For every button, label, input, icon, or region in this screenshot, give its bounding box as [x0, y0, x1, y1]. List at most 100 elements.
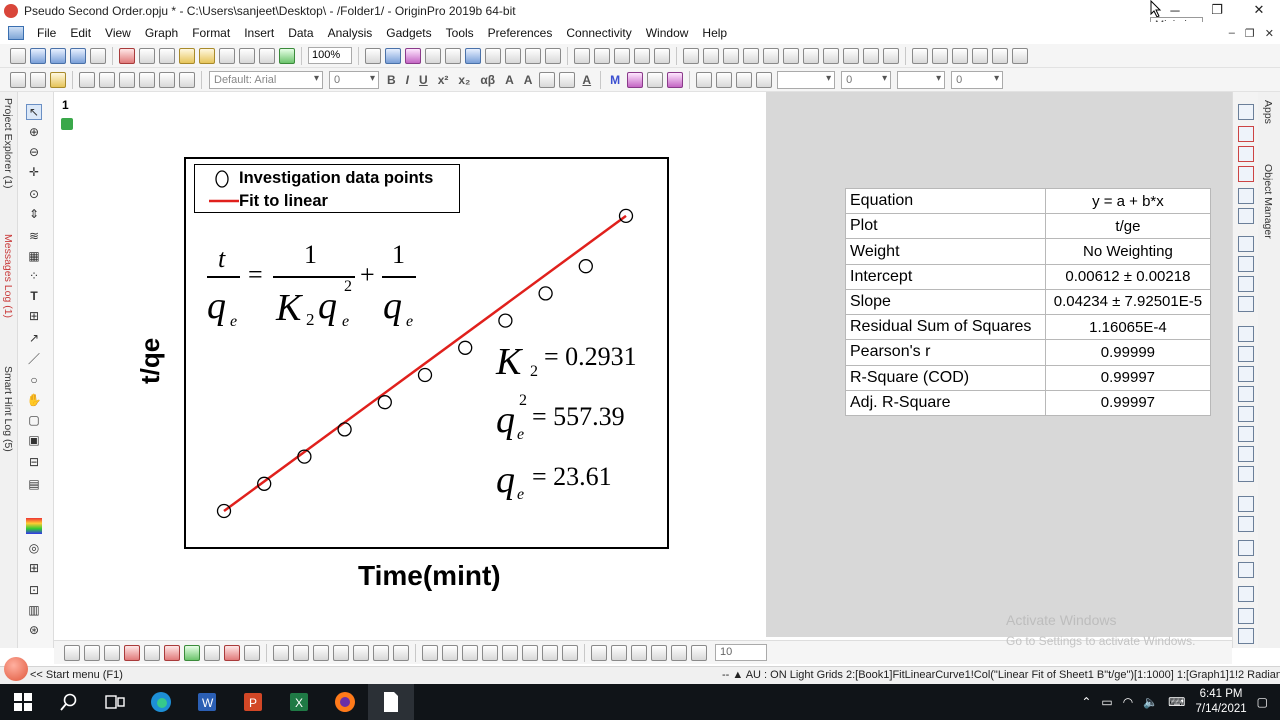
new-layout-icon[interactable]: [119, 47, 135, 64]
text-tool-icon[interactable]: T: [26, 288, 42, 304]
object-properties-icon[interactable]: [1238, 628, 1254, 644]
battery-icon[interactable]: ▭: [1101, 695, 1112, 709]
edge-button[interactable]: [138, 684, 184, 720]
distribute-v-icon[interactable]: [1238, 608, 1254, 624]
line-plot-icon[interactable]: [64, 644, 80, 661]
fit-table-row[interactable]: Slope 0.04234 ± 7.92501E-5: [845, 288, 1212, 316]
tilt-up-icon[interactable]: [462, 644, 478, 661]
command-window-icon[interactable]: [465, 47, 481, 64]
subscript-icon[interactable]: x₂: [458, 73, 470, 87]
oval-tool-icon[interactable]: ○: [26, 372, 42, 388]
set-as-error-icon[interactable]: [863, 47, 879, 64]
menu-help[interactable]: Help: [695, 26, 734, 40]
menu-file[interactable]: File: [30, 26, 63, 40]
new-function-icon[interactable]: [90, 47, 106, 64]
distribute-h-icon[interactable]: [1238, 586, 1254, 602]
new-legend-icon[interactable]: [1238, 236, 1254, 252]
new-color-scale-icon[interactable]: [1238, 256, 1254, 272]
pattern-combo[interactable]: [897, 70, 946, 89]
new-graph-icon[interactable]: [70, 47, 86, 64]
workbook-menu-icon[interactable]: [8, 26, 24, 40]
bring-front-icon[interactable]: [1238, 446, 1254, 462]
toggle-projection-icon[interactable]: [691, 644, 707, 661]
zoom-3d-icon[interactable]: [651, 644, 667, 661]
3d-wireframe-icon[interactable]: [333, 644, 349, 661]
contour-plot-icon[interactable]: [204, 644, 220, 661]
excel-button[interactable]: X: [276, 684, 322, 720]
data-reader-icon[interactable]: [505, 47, 521, 64]
layer-lock-icon[interactable]: [61, 118, 73, 130]
layer-right-icon[interactable]: [1238, 406, 1254, 422]
layer-top-icon[interactable]: [1238, 346, 1254, 362]
menu-connectivity[interactable]: Connectivity: [559, 26, 638, 40]
print-icon[interactable]: [365, 47, 381, 64]
duplicate-icon[interactable]: [405, 47, 421, 64]
markup-icon[interactable]: M: [610, 73, 620, 87]
ungroup-objects-icon[interactable]: [1238, 516, 1254, 532]
data-point[interactable]: [417, 367, 433, 383]
menu-preferences[interactable]: Preferences: [481, 26, 560, 40]
gadget-icon[interactable]: [545, 47, 561, 64]
rescale-y-icon[interactable]: [1238, 166, 1254, 182]
menu-insert[interactable]: Insert: [237, 26, 281, 40]
add-layer-icon[interactable]: [99, 71, 115, 88]
3d-plot-icon[interactable]: [244, 644, 260, 661]
pattern-icon[interactable]: [716, 71, 733, 88]
screen-reader-tool-icon[interactable]: ✛: [26, 164, 42, 180]
mdi-close-icon[interactable]: ✕: [1265, 27, 1274, 40]
fit-table-row[interactable]: Equation y = a + b*x: [845, 187, 1212, 215]
layout-tool-icon[interactable]: ⊟: [26, 454, 42, 470]
data-point[interactable]: [458, 340, 473, 355]
greek-icon[interactable]: αβ: [480, 73, 495, 87]
tab-messages-log[interactable]: Messages Log (1): [2, 234, 14, 318]
font-name-combo[interactable]: Default: Arial: [209, 70, 323, 89]
menu-data[interactable]: Data: [281, 26, 320, 40]
new-matrix-icon[interactable]: [50, 47, 66, 64]
fit-table-row[interactable]: Plot t/ge: [845, 213, 1212, 240]
columns-align-icon[interactable]: [559, 71, 576, 88]
menu-window[interactable]: Window: [639, 26, 696, 40]
menu-graph[interactable]: Graph: [138, 26, 185, 40]
results-log-icon[interactable]: [445, 47, 461, 64]
new-project-icon[interactable]: [10, 47, 26, 64]
menu-view[interactable]: View: [98, 26, 138, 40]
save-template-icon[interactable]: [239, 47, 255, 64]
bar-chart-icon[interactable]: [683, 47, 699, 64]
go-next-icon[interactable]: [952, 47, 968, 64]
origin-taskbar-button[interactable]: [368, 684, 414, 720]
template-library-icon[interactable]: [393, 644, 409, 661]
matrix-plot-icon[interactable]: [373, 644, 389, 661]
plot-details-icon[interactable]: [1238, 104, 1254, 120]
reset-view-icon[interactable]: [542, 644, 558, 661]
date-time-icon[interactable]: [1238, 296, 1254, 312]
set-as-y-icon[interactable]: [823, 47, 839, 64]
add-column-icon[interactable]: [574, 47, 590, 64]
firefox-button[interactable]: [322, 684, 368, 720]
area-plot-icon[interactable]: [184, 644, 200, 661]
scale-tool-icon[interactable]: ⇕: [26, 206, 42, 222]
align-icon[interactable]: [539, 71, 556, 88]
sort-columns-icon[interactable]: [634, 47, 650, 64]
fit-table-row[interactable]: Pearson's r 0.99999: [845, 339, 1212, 366]
rotate-right-icon[interactable]: [442, 644, 458, 661]
layer-align-icon[interactable]: [1238, 326, 1254, 342]
tilt-down-icon[interactable]: [482, 644, 498, 661]
project-explorer-icon[interactable]: [485, 47, 501, 64]
insert-variable-icon[interactable]: [627, 71, 644, 88]
new-scale-bar-icon[interactable]: [1238, 276, 1254, 292]
data-point[interactable]: [377, 395, 392, 410]
status-start-menu[interactable]: << Start menu (F1): [30, 669, 123, 681]
italic-icon[interactable]: I: [406, 73, 409, 87]
circle-button-icon[interactable]: ◎: [26, 540, 42, 556]
line-tool-icon[interactable]: ／: [26, 350, 42, 366]
tab-apps[interactable]: Apps: [1262, 100, 1274, 124]
lock-tool-icon[interactable]: ⊛: [26, 622, 42, 638]
data-selector-icon[interactable]: ≋: [26, 228, 42, 244]
3d-surface-icon[interactable]: [273, 644, 289, 661]
multi-panel-icon[interactable]: [144, 644, 160, 661]
show-grids-icon[interactable]: [1238, 208, 1254, 224]
x-axis-label[interactable]: Time(mint): [358, 560, 501, 592]
data-point[interactable]: [578, 259, 593, 274]
column-plot-icon[interactable]: [124, 644, 140, 661]
decrease-font-icon[interactable]: A: [524, 73, 533, 87]
